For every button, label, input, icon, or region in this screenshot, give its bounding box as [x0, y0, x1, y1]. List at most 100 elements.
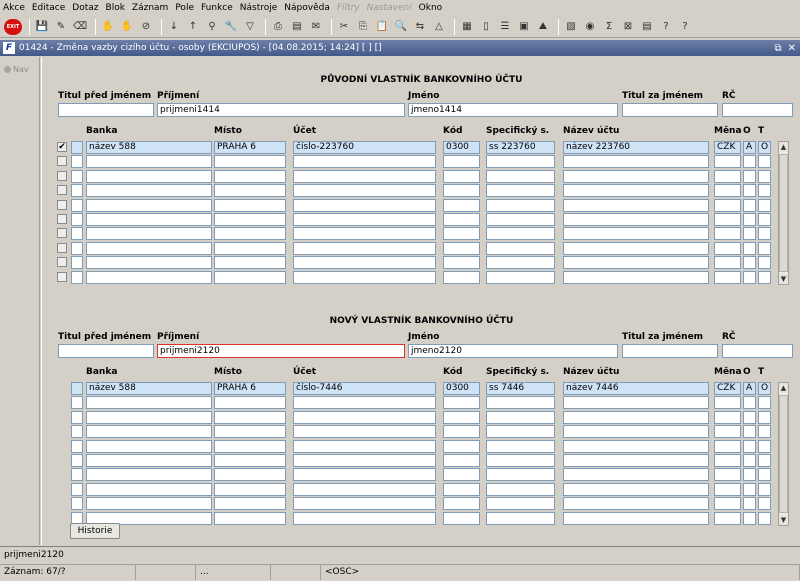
- original_owner-cell-account[interactable]: [293, 169, 436, 183]
- new_owner-cell-t[interactable]: O: [758, 382, 771, 395]
- original_owner-cell-bank[interactable]: [86, 256, 212, 270]
- original_owner-cell-account_name[interactable]: [563, 213, 709, 226]
- new_owner-cell-account[interactable]: [293, 425, 436, 439]
- original_owner-cell-code[interactable]: [443, 256, 480, 270]
- original_owner-cell-code[interactable]: [443, 184, 480, 198]
- new_owner-cell-specific[interactable]: [486, 439, 555, 453]
- new_owner-cell-currency[interactable]: [714, 482, 741, 496]
- new_owner-cell-o[interactable]: [743, 497, 756, 511]
- new_owner-cell-currency[interactable]: [714, 468, 741, 482]
- original_owner-cell-account_name[interactable]: [563, 169, 709, 183]
- new_owner-cell-account_name[interactable]: název 7446: [563, 382, 709, 395]
- new_owner-cell-bank[interactable]: [86, 497, 212, 511]
- original_owner-cell-code[interactable]: [443, 155, 480, 169]
- new_owner-cell-t[interactable]: [758, 511, 771, 525]
- original_owner-cell-account[interactable]: [293, 213, 436, 226]
- new_owner-cell-code[interactable]: [443, 439, 480, 453]
- original_owner-scrollbar[interactable]: ▲ ▼: [778, 141, 789, 285]
- new_owner-field-title_after[interactable]: [622, 344, 718, 358]
- new_owner-row-indicator[interactable]: [71, 468, 83, 482]
- original_owner-cell-specific[interactable]: ss 223760: [486, 141, 555, 154]
- original_owner-cell-bank[interactable]: [86, 169, 212, 183]
- new_owner-cell-o[interactable]: [743, 454, 756, 467]
- original_owner-cell-currency[interactable]: [714, 270, 741, 284]
- new_owner-cell-account[interactable]: [293, 511, 436, 525]
- original_owner-cell-code[interactable]: [443, 270, 480, 284]
- original_owner-cell-code[interactable]: [443, 227, 480, 241]
- original_owner-cell-code[interactable]: [443, 213, 480, 226]
- funnel-icon[interactable]: ▽: [242, 19, 258, 35]
- original_owner-row-checkbox[interactable]: ✔: [57, 142, 67, 152]
- original_owner-cell-bank[interactable]: [86, 184, 212, 198]
- chart-icon[interactable]: ⛰: [535, 19, 551, 35]
- original_owner-row-indicator[interactable]: [71, 169, 83, 183]
- original_owner-cell-code[interactable]: [443, 198, 480, 212]
- original_owner-cell-t[interactable]: [758, 169, 771, 183]
- new_owner-cell-place[interactable]: [214, 396, 286, 410]
- menu-item-9[interactable]: Filtry: [337, 3, 360, 13]
- close-icon[interactable]: ✕: [788, 43, 796, 54]
- menu-item-3[interactable]: Blok: [106, 3, 125, 13]
- original_owner-field-rc[interactable]: [722, 103, 793, 117]
- original_owner-cell-code[interactable]: [443, 241, 480, 255]
- excel-icon[interactable]: ⊠: [620, 19, 636, 35]
- new_owner-row-indicator[interactable]: [71, 482, 83, 496]
- print-icon[interactable]: ⎙: [270, 19, 286, 35]
- new_owner-cell-account_name[interactable]: [563, 482, 709, 496]
- menu-item-8[interactable]: Nápověda: [284, 3, 330, 13]
- original_owner-cell-account[interactable]: číslo-223760: [293, 141, 436, 154]
- new_owner-cell-o[interactable]: [743, 410, 756, 424]
- new_owner-cell-specific[interactable]: [486, 468, 555, 482]
- new_owner-cell-account[interactable]: [293, 482, 436, 496]
- original_owner-cell-account_name[interactable]: [563, 155, 709, 169]
- new_owner-cell-bank[interactable]: [86, 425, 212, 439]
- menu-item-10[interactable]: Nastavení: [367, 3, 412, 13]
- original_owner-cell-specific[interactable]: [486, 241, 555, 255]
- new_owner-cell-t[interactable]: [758, 454, 771, 467]
- new_owner-field-title_before[interactable]: [58, 344, 154, 358]
- original_owner-cell-currency[interactable]: [714, 184, 741, 198]
- new_owner-cell-bank[interactable]: [86, 482, 212, 496]
- clear-icon[interactable]: ⌫: [72, 19, 88, 35]
- new_owner-cell-specific[interactable]: [486, 396, 555, 410]
- new_owner-cell-specific[interactable]: [486, 425, 555, 439]
- scroll-down-icon[interactable]: ▼: [779, 515, 788, 525]
- preview-icon[interactable]: ▤: [289, 19, 305, 35]
- original_owner-row-checkbox[interactable]: [57, 185, 67, 196]
- original_owner-cell-bank[interactable]: [86, 155, 212, 169]
- new_owner-cell-currency[interactable]: [714, 439, 741, 453]
- new_owner-cell-bank[interactable]: [86, 468, 212, 482]
- original_owner-cell-account[interactable]: [293, 270, 436, 284]
- original_owner-cell-account[interactable]: [293, 256, 436, 270]
- original_owner-cell-account[interactable]: [293, 155, 436, 169]
- original_owner-cell-place[interactable]: [214, 155, 286, 169]
- original_owner-field-firstname[interactable]: jmeno1414: [408, 103, 618, 117]
- original_owner-row-checkbox[interactable]: [57, 228, 67, 239]
- original_owner-cell-account_name[interactable]: [563, 198, 709, 212]
- new_owner-row-indicator[interactable]: [71, 382, 83, 395]
- original_owner-cell-bank[interactable]: [86, 213, 212, 226]
- original_owner-row-indicator[interactable]: [71, 184, 83, 198]
- copy-icon[interactable]: ⎘: [355, 19, 371, 35]
- menu-item-5[interactable]: Pole: [175, 3, 194, 13]
- cut-icon[interactable]: ✂: [336, 19, 352, 35]
- original_owner-cell-currency[interactable]: [714, 256, 741, 270]
- menu-item-2[interactable]: Dotaz: [72, 3, 98, 13]
- new_owner-cell-code[interactable]: [443, 410, 480, 424]
- new_owner-cell-account_name[interactable]: [563, 425, 709, 439]
- replace-icon[interactable]: ⇆: [412, 19, 428, 35]
- new_owner-cell-account_name[interactable]: [563, 511, 709, 525]
- scroll-thumb[interactable]: [779, 154, 788, 272]
- original_owner-row-indicator[interactable]: [71, 227, 83, 241]
- new_owner-cell-specific[interactable]: [486, 454, 555, 467]
- new_owner-cell-place[interactable]: [214, 482, 286, 496]
- original_owner-cell-currency[interactable]: [714, 169, 741, 183]
- new_owner-cell-t[interactable]: [758, 410, 771, 424]
- new_owner-row-indicator[interactable]: [71, 396, 83, 410]
- new_owner-cell-place[interactable]: [214, 425, 286, 439]
- image-icon[interactable]: ▣: [516, 19, 532, 35]
- new_owner-row-indicator[interactable]: [71, 410, 83, 424]
- menu-item-0[interactable]: Akce: [3, 3, 25, 13]
- original_owner-cell-account_name[interactable]: [563, 270, 709, 284]
- new_owner-cell-currency[interactable]: [714, 396, 741, 410]
